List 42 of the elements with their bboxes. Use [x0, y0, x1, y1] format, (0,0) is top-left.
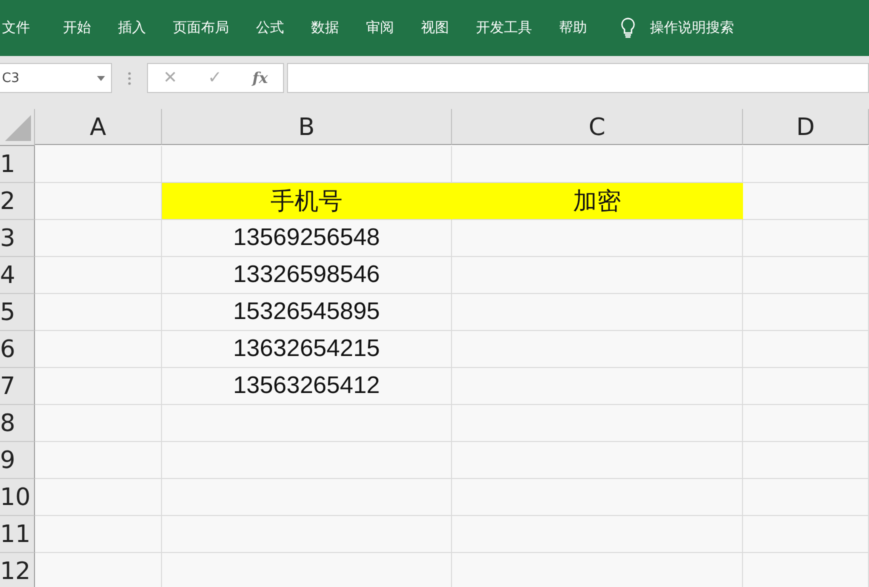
select-all-corner[interactable] — [0, 109, 35, 146]
ribbon-tab[interactable]: 开始 — [63, 19, 104, 37]
table-cell: 13563265412 — [162, 368, 452, 405]
row-header[interactable]: 1 — [0, 146, 35, 183]
column-header[interactable]: A — [35, 109, 162, 145]
search-box[interactable]: 操作说明搜索 — [650, 19, 747, 37]
column-header[interactable]: C — [452, 109, 743, 145]
insert-function-button[interactable]: fx — [252, 69, 268, 87]
grip-icon — [128, 72, 131, 84]
table-cell: 15326545895 — [162, 294, 452, 331]
row-header[interactable]: 9 — [0, 442, 35, 479]
ribbon-tab[interactable]: 插入 — [118, 19, 159, 37]
ribbon-tab[interactable]: 页面布局 — [173, 19, 242, 37]
row-header[interactable]: 2 — [0, 183, 35, 220]
row-header[interactable]: 12 — [0, 553, 35, 587]
row-header[interactable]: 11 — [0, 516, 35, 553]
row-header[interactable]: 8 — [0, 405, 35, 442]
dropdown-icon — [97, 76, 105, 80]
name-box[interactable]: C3 — [0, 63, 112, 93]
row-header[interactable]: 10 — [0, 479, 35, 516]
ribbon-tab[interactable]: 公式 — [256, 19, 297, 37]
row-header[interactable]: 7 — [0, 368, 35, 405]
row-header[interactable]: 4 — [0, 257, 35, 294]
ribbon-tab[interactable]: 审阅 — [366, 19, 407, 37]
table-cell: 13569256548 — [162, 220, 452, 257]
column-header[interactable]: D — [743, 109, 869, 145]
triangle-icon — [5, 115, 31, 141]
ribbon-tab[interactable]: 视图 — [421, 19, 462, 37]
table-cell: 13632654215 — [162, 331, 452, 368]
column-header[interactable]: B — [162, 109, 452, 145]
highlighted-cell: 手机号 — [162, 183, 452, 220]
ribbon-tab[interactable]: 文件 — [2, 19, 43, 37]
ribbon-tab[interactable]: 数据 — [311, 19, 352, 37]
highlighted-cell: 加密 — [452, 183, 743, 220]
ribbon-tab[interactable]: 开发工具 — [476, 19, 545, 37]
lightbulb-icon — [620, 17, 636, 39]
formula-input[interactable] — [287, 63, 869, 93]
ribbon-tab[interactable]: 帮助 — [559, 19, 600, 37]
row-header[interactable]: 6 — [0, 331, 35, 368]
row-header[interactable]: 5 — [0, 294, 35, 331]
row-header[interactable]: 3 — [0, 220, 35, 257]
table-cell: 13326598546 — [162, 257, 452, 294]
